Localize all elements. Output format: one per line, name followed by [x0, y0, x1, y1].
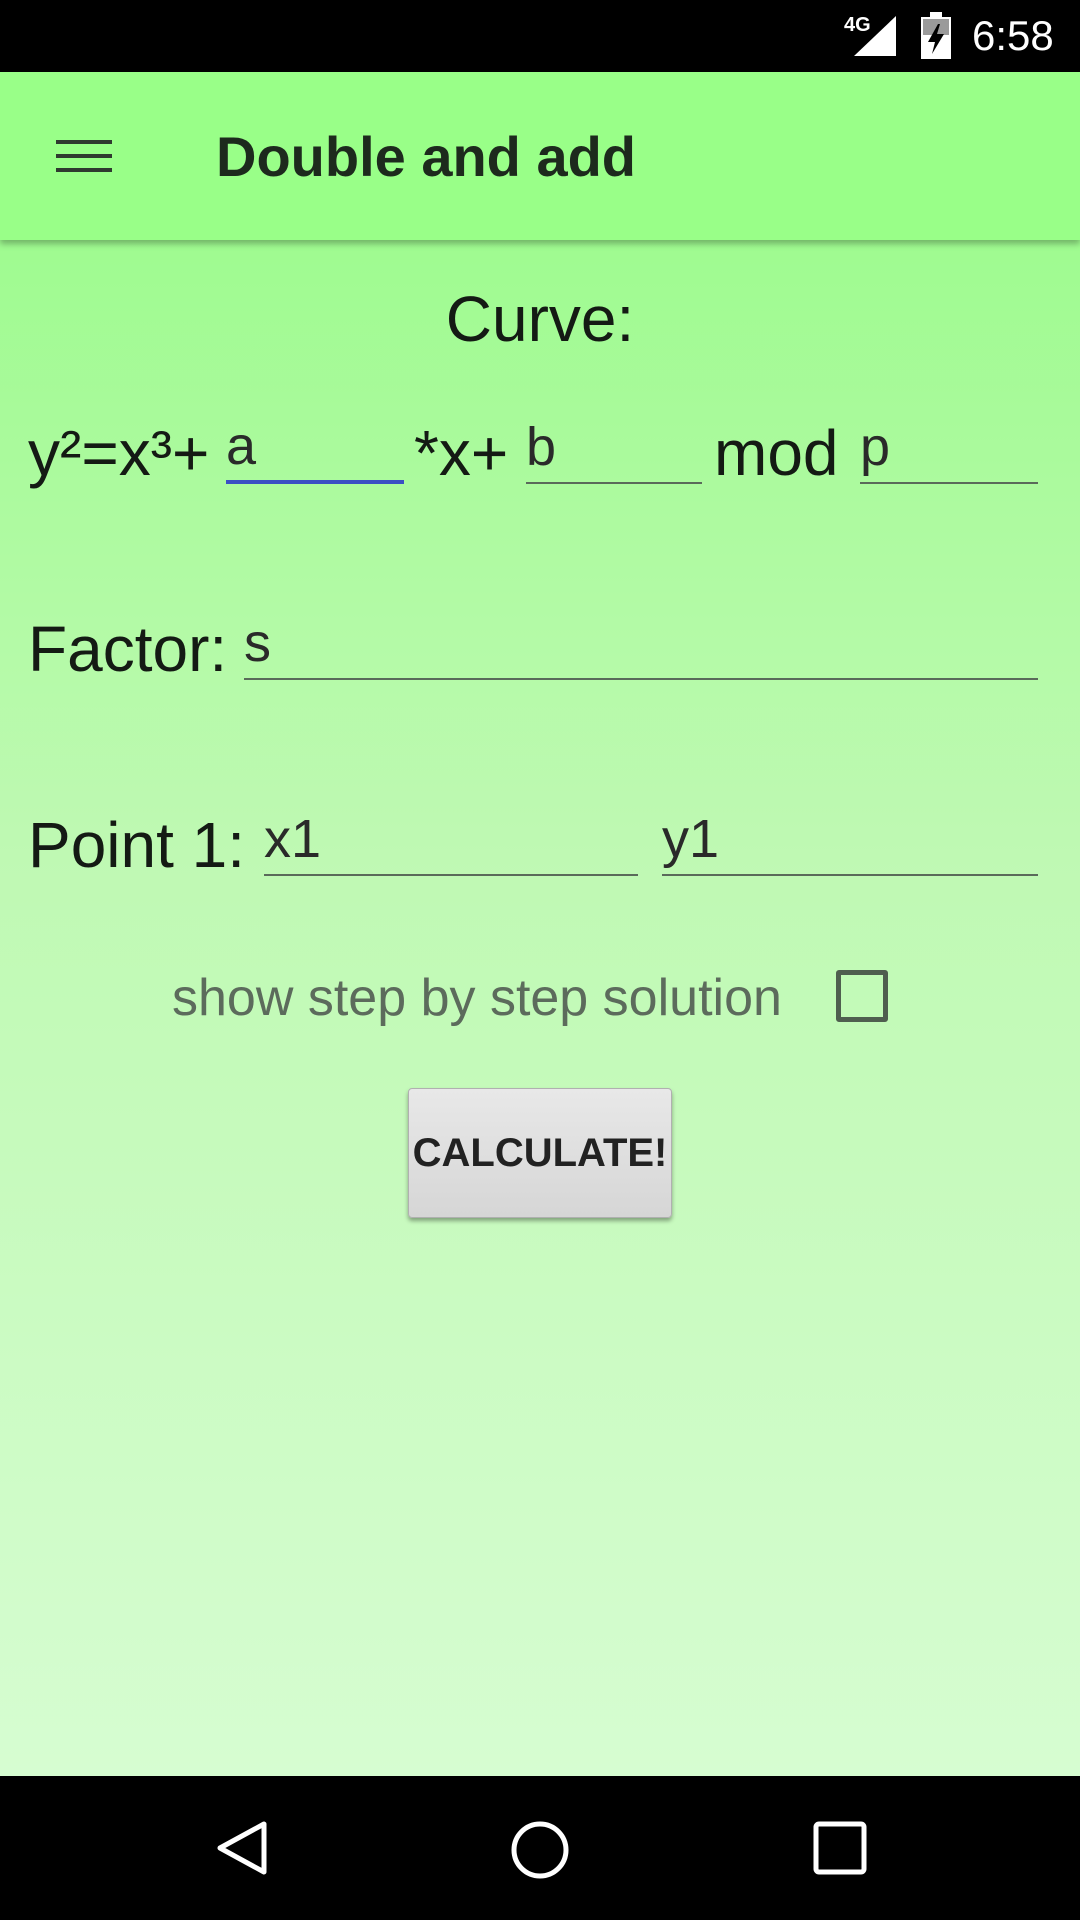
point1-y-field[interactable]	[662, 804, 1038, 876]
screen: 4G 6:58 Double and add Curve: y²=x³+ *x+	[0, 0, 1080, 1920]
point1-x-input[interactable]	[264, 804, 638, 874]
point1-x-field[interactable]	[264, 804, 638, 876]
status-clock: 6:58	[972, 12, 1054, 59]
curve-heading: Curve:	[445, 283, 635, 355]
hamburger-menu-icon[interactable]	[48, 132, 120, 180]
step-by-step-checkbox[interactable]	[836, 970, 888, 1022]
main-content: Curve: y²=x³+ *x+ mod Factor: Point 1: s…	[0, 240, 1080, 1776]
a-coefficient-field[interactable]	[226, 412, 404, 484]
mod-label: mod	[714, 417, 839, 489]
app-title: Double and add	[216, 125, 636, 188]
calculate-button[interactable]: CALCULATE!	[408, 1088, 672, 1218]
factor-input[interactable]	[244, 608, 1038, 678]
home-icon[interactable]	[508, 1818, 572, 1882]
recents-icon[interactable]	[812, 1820, 868, 1876]
step-by-step-row: show step by step solution	[0, 960, 1080, 1040]
battery-icon	[921, 12, 951, 59]
p-modulus-input[interactable]	[860, 412, 1038, 482]
factor-label: Factor:	[28, 613, 228, 685]
equation-prefix-label: y²=x³+	[28, 417, 210, 489]
b-coefficient-field[interactable]	[526, 412, 702, 484]
b-coefficient-input[interactable]	[526, 412, 702, 482]
back-icon[interactable]	[212, 1818, 272, 1878]
x-term-label: *x+	[414, 417, 509, 489]
point1-label: Point 1:	[28, 809, 246, 881]
p-modulus-field[interactable]	[860, 412, 1038, 484]
step-by-step-label: show step by step solution	[172, 969, 782, 1027]
signal-icon	[854, 16, 896, 56]
app-bar: Double and add	[0, 72, 1080, 240]
a-coefficient-input[interactable]	[226, 412, 404, 480]
navigation-bar	[0, 1776, 1080, 1920]
status-bar: 4G 6:58	[0, 0, 1080, 72]
factor-field[interactable]	[244, 608, 1038, 680]
point1-y-input[interactable]	[662, 804, 1038, 874]
